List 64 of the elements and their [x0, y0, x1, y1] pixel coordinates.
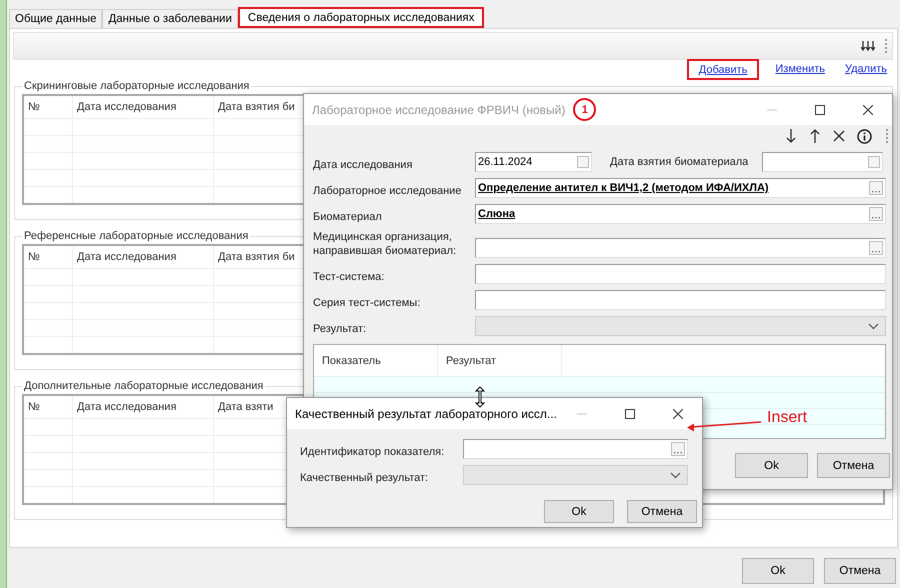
maximize-icon[interactable]	[815, 104, 825, 114]
field-label: Качественный результат:	[300, 471, 430, 485]
close-icon[interactable]	[863, 104, 873, 114]
date-field[interactable]	[762, 152, 884, 172]
close-icon[interactable]	[833, 130, 845, 142]
link[interactable]: Изменить	[771, 62, 829, 80]
group-title: Скрининговые лабораторные исследования	[23, 80, 250, 92]
group-title: Референсные лабораторные исследования	[23, 230, 250, 242]
maximize-icon[interactable]	[625, 408, 635, 418]
field-label: Тест-система:	[313, 270, 386, 284]
window-title: Лабораторное исследование ФРВИЧ (новый)	[312, 102, 566, 116]
browse-button[interactable]	[869, 181, 883, 195]
field-label: Биоматериал	[313, 210, 383, 224]
field-label: Лабораторное исследование	[313, 184, 462, 198]
column-header[interactable]: Дата исследования	[72, 95, 214, 118]
lookup-field[interactable]: Слюна	[475, 204, 886, 224]
browse-button[interactable]	[671, 442, 685, 456]
column-header[interactable]: Дата исследования	[72, 245, 214, 268]
button[interactable]: Ok	[742, 558, 814, 584]
date-picker-button[interactable]	[577, 156, 589, 168]
lookup-field[interactable]	[463, 439, 688, 459]
input-field[interactable]	[475, 290, 886, 310]
arrow-up-icon[interactable]	[809, 128, 821, 144]
column-header[interactable]: №	[23, 245, 72, 268]
button[interactable]: Отмена	[817, 453, 890, 478]
button[interactable]: Ok	[544, 500, 614, 523]
step-marker: 1	[573, 98, 596, 121]
field-label: Результат:	[313, 322, 368, 336]
tab[interactable]: Сведения о лабораторных исследованиях	[238, 7, 484, 28]
tab[interactable]: Общие данные	[9, 9, 102, 28]
grip-icon	[886, 129, 889, 143]
column-header[interactable]: №	[23, 95, 72, 118]
field-label: Дата взятия биоматериала	[610, 156, 748, 168]
browse-button[interactable]	[869, 207, 883, 221]
column-header[interactable]: Показатель	[314, 345, 438, 376]
arrows-down-icon[interactable]	[861, 40, 875, 52]
info-icon[interactable]	[857, 128, 872, 144]
link[interactable]: Удалить	[841, 62, 891, 80]
close-icon[interactable]	[673, 408, 683, 418]
tab[interactable]: Данные о заболевании	[102, 9, 238, 28]
window-title: Качественный результат лабораторного иссл...	[295, 406, 557, 420]
chevron-down-icon	[670, 472, 681, 478]
lookup-field[interactable]: Определение антител к ВИЧ1,2 (методом ИФА/ИХЛА)	[475, 178, 886, 198]
button[interactable]: Отмена	[627, 500, 697, 523]
date-field[interactable]: 26.11.2024	[475, 152, 592, 172]
group-title: Дополнительные лабораторные исследования	[23, 380, 264, 392]
arrow-down-icon[interactable]	[785, 128, 797, 144]
field-label: Идентификатор показателя:	[300, 445, 446, 459]
input-field[interactable]	[475, 264, 886, 284]
column-header[interactable]: Результат	[438, 345, 562, 376]
lookup-field[interactable]	[475, 238, 886, 258]
grip-icon	[885, 39, 888, 53]
link[interactable]: Добавить	[686, 59, 760, 80]
button[interactable]: Ok	[735, 453, 808, 478]
field-label: Дата исследования	[313, 158, 414, 172]
annotation-label: Insert	[767, 409, 808, 427]
field-label: Медицинская организация, направившая биоматериал:	[313, 230, 458, 258]
browse-button[interactable]	[869, 241, 883, 255]
chevron-down-icon	[868, 322, 879, 330]
field-label: Серия тест-системы:	[313, 296, 422, 310]
button[interactable]: Отмена	[824, 558, 896, 584]
column-header[interactable]: №	[23, 395, 72, 418]
date-picker-button[interactable]	[868, 156, 880, 168]
column-header[interactable]: Дата исследования	[72, 395, 214, 418]
